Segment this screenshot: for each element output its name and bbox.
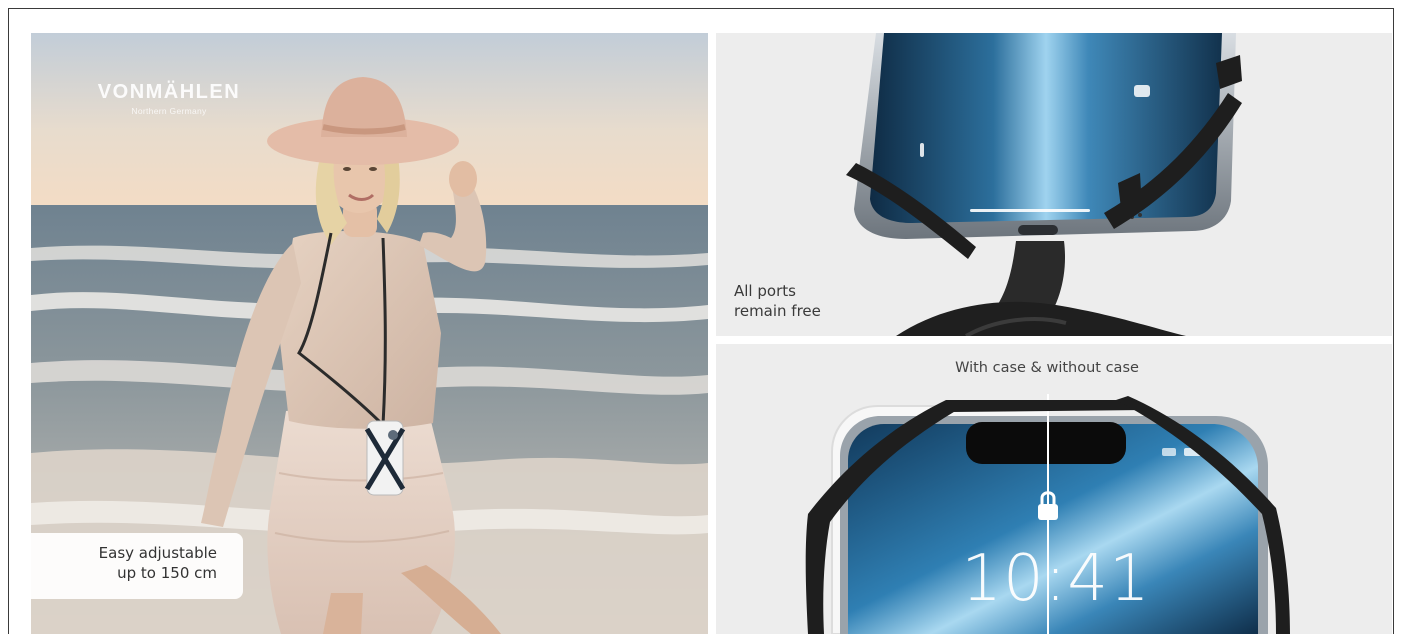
adjustable-caption-line2: up to 150 cm bbox=[117, 564, 217, 582]
ports-photo: All ports remain free bbox=[716, 33, 1392, 336]
ports-caption-line1: All ports bbox=[734, 282, 796, 300]
adjustable-caption-line1: Easy adjustable bbox=[98, 544, 217, 562]
case-title: With case & without case bbox=[955, 360, 1139, 376]
brand-name: VONMÄHLEN bbox=[97, 81, 241, 103]
brand-tagline: Northern Germany bbox=[131, 106, 207, 116]
beach-photo: VONMÄHLEN Northern Germany Easy adjustab… bbox=[31, 33, 708, 634]
lockscreen-clock: 10:41 bbox=[961, 542, 1151, 616]
ports-caption: All ports remain free bbox=[734, 281, 821, 321]
ports-caption-line2: remain free bbox=[734, 302, 821, 320]
case-comparison-photo: With case & without case 10:41 bbox=[716, 344, 1392, 634]
brand-logo: VONMÄHLEN Northern Germany bbox=[89, 81, 249, 116]
adjustable-caption: Easy adjustable up to 150 cm bbox=[31, 533, 243, 599]
